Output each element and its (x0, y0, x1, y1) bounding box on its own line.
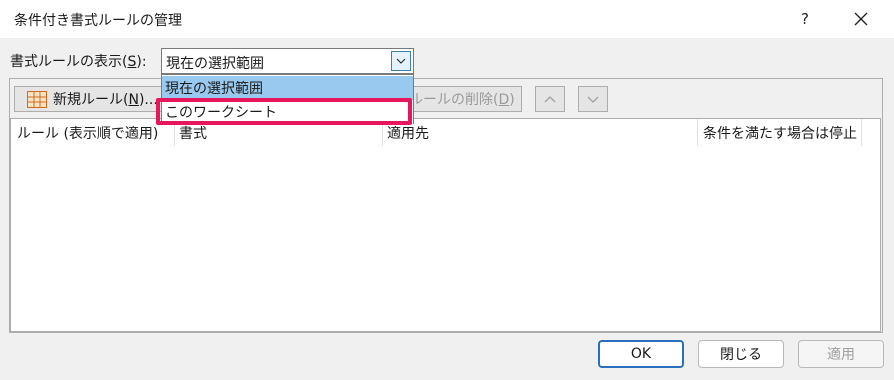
chevron-down-icon (587, 96, 599, 103)
move-up-button[interactable] (535, 86, 565, 112)
help-button[interactable]: ? (782, 0, 828, 38)
delete-rule-button[interactable]: ルールの削除(D) (398, 86, 522, 112)
close-button[interactable]: 閉じる (698, 340, 784, 368)
move-down-button[interactable] (578, 86, 608, 112)
dropdown-button[interactable] (391, 51, 411, 71)
list-header: ルール (表示順で適用) 書式 適用先 条件を満たす場合は停止 (11, 119, 880, 146)
table-grid-icon (27, 90, 47, 108)
window-close-button[interactable] (838, 0, 884, 38)
column-header-rule[interactable]: ルール (表示順で適用) (17, 123, 158, 143)
show-rules-combobox[interactable]: 現在の選択範囲 (161, 48, 414, 74)
chevron-down-icon (396, 58, 406, 64)
delete-rule-label: ルールの削除(D) (409, 92, 515, 108)
show-rules-label: 書式ルールの表示(S): (10, 54, 147, 70)
dropdown-option-current-selection[interactable]: 現在の選択範囲 (162, 76, 413, 100)
help-icon: ? (801, 10, 809, 28)
column-divider[interactable] (861, 119, 862, 146)
column-header-stop-if-true[interactable]: 条件を満たす場合は停止 (703, 123, 857, 143)
new-rule-button[interactable]: 新規ルール(N)... (14, 86, 174, 112)
chevron-up-icon (544, 95, 556, 102)
dialog-title: 条件付き書式ルールの管理 (14, 13, 182, 29)
combo-selected-value: 現在の選択範囲 (166, 56, 264, 72)
ok-button[interactable]: OK (598, 340, 684, 368)
rules-list[interactable]: ルール (表示順で適用) 書式 適用先 条件を満たす場合は停止 (10, 118, 881, 332)
new-rule-label: 新規ルール(N)... (53, 92, 158, 108)
conditional-format-rules-dialog: 条件付き書式ルールの管理 ? 書式ルールの表示(S): 現在の選択範囲 新規ルー… (0, 0, 894, 380)
column-divider[interactable] (697, 119, 698, 146)
apply-button[interactable]: 適用 (798, 340, 884, 368)
highlight-annotation (156, 98, 412, 125)
title-bar: 条件付き書式ルールの管理 ? (0, 0, 894, 38)
column-header-format[interactable]: 書式 (179, 123, 207, 143)
close-icon (854, 12, 868, 26)
column-header-applies-to[interactable]: 適用先 (387, 123, 429, 143)
